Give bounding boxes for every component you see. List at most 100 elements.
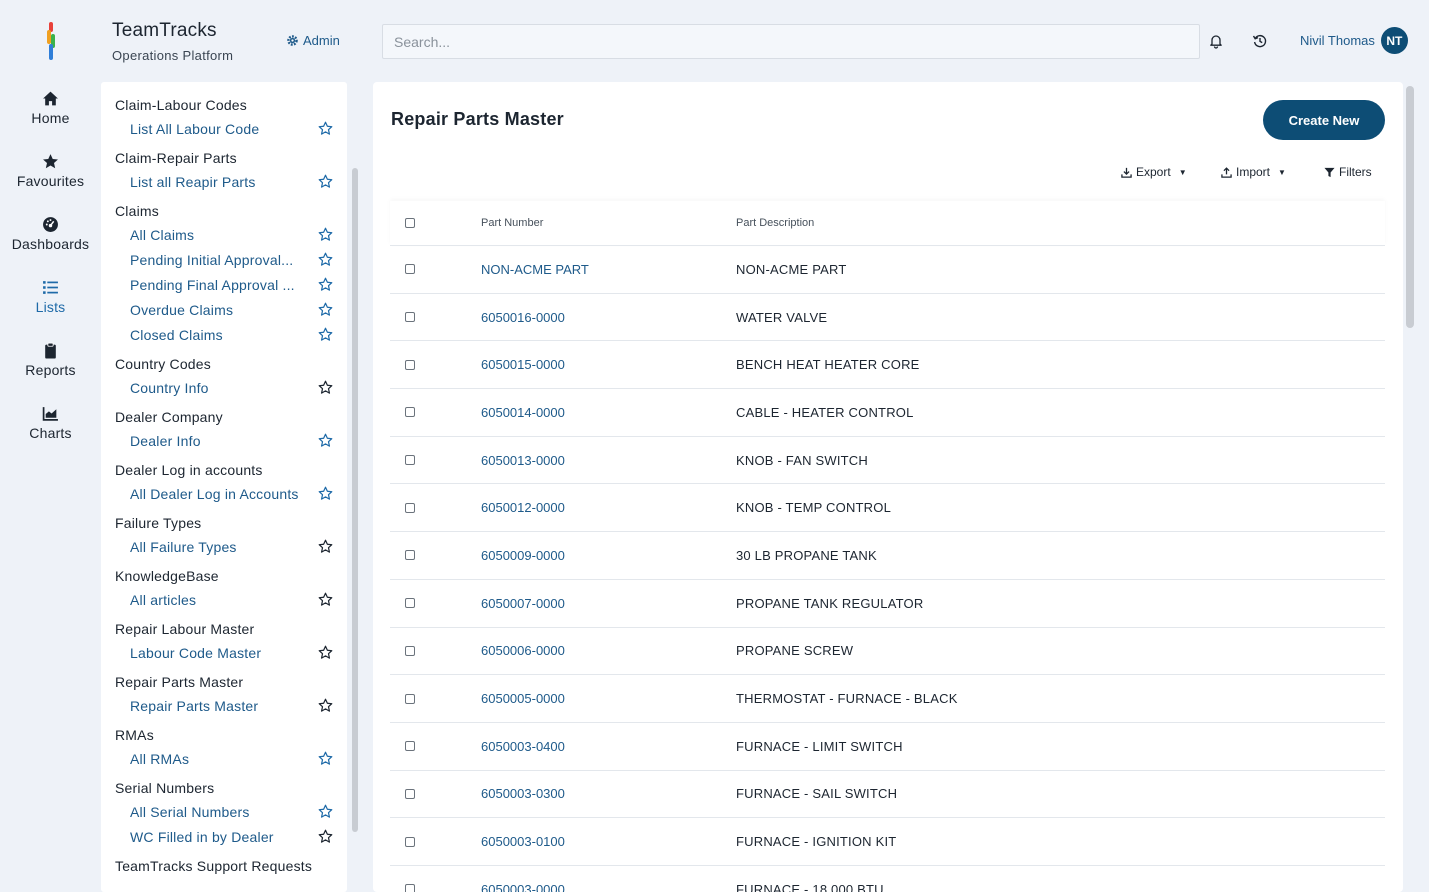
user-menu[interactable]: Nivil Thomas NT xyxy=(1300,27,1408,54)
select-all-checkbox[interactable] xyxy=(405,218,415,228)
search-input[interactable] xyxy=(382,24,1200,59)
menu-link-label: All Serial Numbers xyxy=(130,803,250,820)
row-checkbox[interactable] xyxy=(405,598,415,609)
row-checkbox[interactable] xyxy=(405,502,415,513)
menu-link[interactable]: Closed Claims xyxy=(115,322,347,347)
menu-link[interactable]: Pending Initial Approval... xyxy=(115,247,347,272)
favourite-star-active-icon[interactable] xyxy=(318,277,333,292)
favourite-star-icon[interactable] xyxy=(318,829,333,844)
menu-link-label: Pending Initial Approval... xyxy=(130,251,294,268)
menu-link[interactable]: Country Info xyxy=(115,375,347,400)
menu-link[interactable]: All RMAs xyxy=(115,746,347,771)
row-checkbox[interactable] xyxy=(405,407,415,418)
main-panel: Repair Parts Master Create New Export ▼ … xyxy=(373,82,1403,892)
part-number-link[interactable]: 6050014-0000 xyxy=(481,405,736,420)
favourite-star-active-icon[interactable] xyxy=(318,804,333,819)
menu-link[interactable]: All Failure Types xyxy=(115,534,347,559)
row-checkbox[interactable] xyxy=(405,550,415,561)
favourite-star-active-icon[interactable] xyxy=(318,327,333,342)
menu-link[interactable]: Labour Code Master xyxy=(115,640,347,665)
rail-item-dashboards[interactable]: Dashboards xyxy=(0,214,101,277)
part-number-link[interactable]: 6050003-0400 xyxy=(481,739,736,754)
export-label: Export xyxy=(1136,165,1171,179)
menu-link[interactable]: All Serial Numbers xyxy=(115,799,347,824)
row-checkbox[interactable] xyxy=(405,741,415,752)
favourite-star-active-icon[interactable] xyxy=(318,751,333,766)
clipboard-icon xyxy=(45,342,56,359)
menu-scrollbar[interactable] xyxy=(352,168,358,832)
favourite-star-active-icon[interactable] xyxy=(318,302,333,317)
favourite-star-active-icon[interactable] xyxy=(318,252,333,267)
favourite-star-active-icon[interactable] xyxy=(318,227,333,242)
favourite-star-active-icon[interactable] xyxy=(318,486,333,501)
row-checkbox[interactable] xyxy=(405,455,415,466)
row-checkbox[interactable] xyxy=(405,359,415,370)
menu-group: Claims All Claims Pending Initial Approval… xyxy=(115,200,347,347)
menu-link[interactable]: List All Labour Code xyxy=(115,116,347,141)
favourite-star-active-icon[interactable] xyxy=(318,121,333,136)
menu-link[interactable]: All articles xyxy=(115,587,347,612)
part-number-link[interactable]: 6050012-0000 xyxy=(481,500,736,515)
admin-link[interactable]: Admin xyxy=(286,33,340,48)
part-number-link[interactable]: 6050015-0000 xyxy=(481,357,736,372)
bell-icon[interactable] xyxy=(1208,33,1224,49)
menu-group-title: KnowledgeBase xyxy=(115,568,219,584)
menu-link[interactable]: WC Filled in by Dealer xyxy=(115,824,347,849)
part-number-link[interactable]: 6050005-0000 xyxy=(481,691,736,706)
rail-label: Charts xyxy=(29,425,72,441)
main-scrollbar[interactable] xyxy=(1406,86,1414,328)
part-description: FURNACE - IGNITION KIT xyxy=(736,834,897,850)
gear-icon xyxy=(287,35,298,46)
part-number-link[interactable]: 6050009-0000 xyxy=(481,548,736,563)
favourite-star-icon[interactable] xyxy=(318,698,333,713)
export-dropdown[interactable]: Export ▼ xyxy=(1121,165,1187,179)
rail-item-charts[interactable]: Charts xyxy=(0,403,101,466)
row-checkbox[interactable] xyxy=(405,312,415,323)
part-number-link[interactable]: 6050013-0000 xyxy=(481,453,736,468)
brand-subtitle: Operations Platform xyxy=(112,48,234,63)
row-checkbox[interactable] xyxy=(405,693,415,704)
menu-link[interactable]: Dealer Info xyxy=(115,428,347,453)
part-number-link[interactable]: 6050003-0300 xyxy=(481,786,736,801)
row-checkbox[interactable] xyxy=(405,836,415,847)
favourite-star-icon[interactable] xyxy=(318,645,333,660)
menu-group-title: TeamTracks Support Requests xyxy=(115,858,313,874)
favourite-star-icon[interactable] xyxy=(318,380,333,395)
menu-link[interactable]: All Claims xyxy=(115,222,347,247)
left-rail: Home Favourites Dashboards Lists Reports… xyxy=(0,88,101,466)
filters-button[interactable]: Filters xyxy=(1324,165,1372,179)
favourite-star-active-icon[interactable] xyxy=(318,174,333,189)
menu-link-label: Dealer Info xyxy=(130,432,201,449)
rail-item-home[interactable]: Home xyxy=(0,88,101,151)
menu-link[interactable]: Repair Parts Master xyxy=(115,693,347,718)
menu-link[interactable]: Pending Final Approval ... xyxy=(115,272,347,297)
rail-item-favourites[interactable]: Favourites xyxy=(0,151,101,214)
part-description: FURNACE - SAIL SWITCH xyxy=(736,786,898,802)
part-number-link[interactable]: NON-ACME PART xyxy=(481,262,736,277)
rail-item-lists[interactable]: Lists xyxy=(0,277,101,340)
menu-link[interactable]: List all Reapir Parts xyxy=(115,169,347,194)
part-number-link[interactable]: 6050016-0000 xyxy=(481,310,736,325)
rail-item-reports[interactable]: Reports xyxy=(0,340,101,403)
menu-group: Serial Numbers All Serial Numbers WC Fille… xyxy=(115,777,347,849)
part-number-link[interactable]: 6050007-0000 xyxy=(481,596,736,611)
column-header-part-description[interactable]: Part Description xyxy=(736,217,814,229)
row-checkbox[interactable] xyxy=(405,645,415,656)
menu-link[interactable]: All Dealer Log in Accounts xyxy=(115,481,347,506)
create-new-button[interactable]: Create New xyxy=(1263,100,1385,140)
part-number-link[interactable]: 6050003-0000 xyxy=(481,882,736,892)
part-number-link[interactable]: 6050003-0100 xyxy=(481,834,736,849)
avatar: NT xyxy=(1380,27,1408,54)
favourite-star-icon[interactable] xyxy=(318,592,333,607)
import-dropdown[interactable]: Import ▼ xyxy=(1221,165,1286,179)
row-checkbox[interactable] xyxy=(405,264,415,275)
menu-link[interactable]: Overdue Claims xyxy=(115,297,347,322)
favourite-star-icon[interactable] xyxy=(318,539,333,554)
menu-group-title: RMAs xyxy=(115,727,154,743)
part-number-link[interactable]: 6050006-0000 xyxy=(481,643,736,658)
row-checkbox[interactable] xyxy=(405,788,415,799)
column-header-part-number[interactable]: Part Number xyxy=(481,217,736,229)
history-icon[interactable] xyxy=(1252,33,1268,49)
favourite-star-active-icon[interactable] xyxy=(318,433,333,448)
row-checkbox[interactable] xyxy=(405,884,415,892)
